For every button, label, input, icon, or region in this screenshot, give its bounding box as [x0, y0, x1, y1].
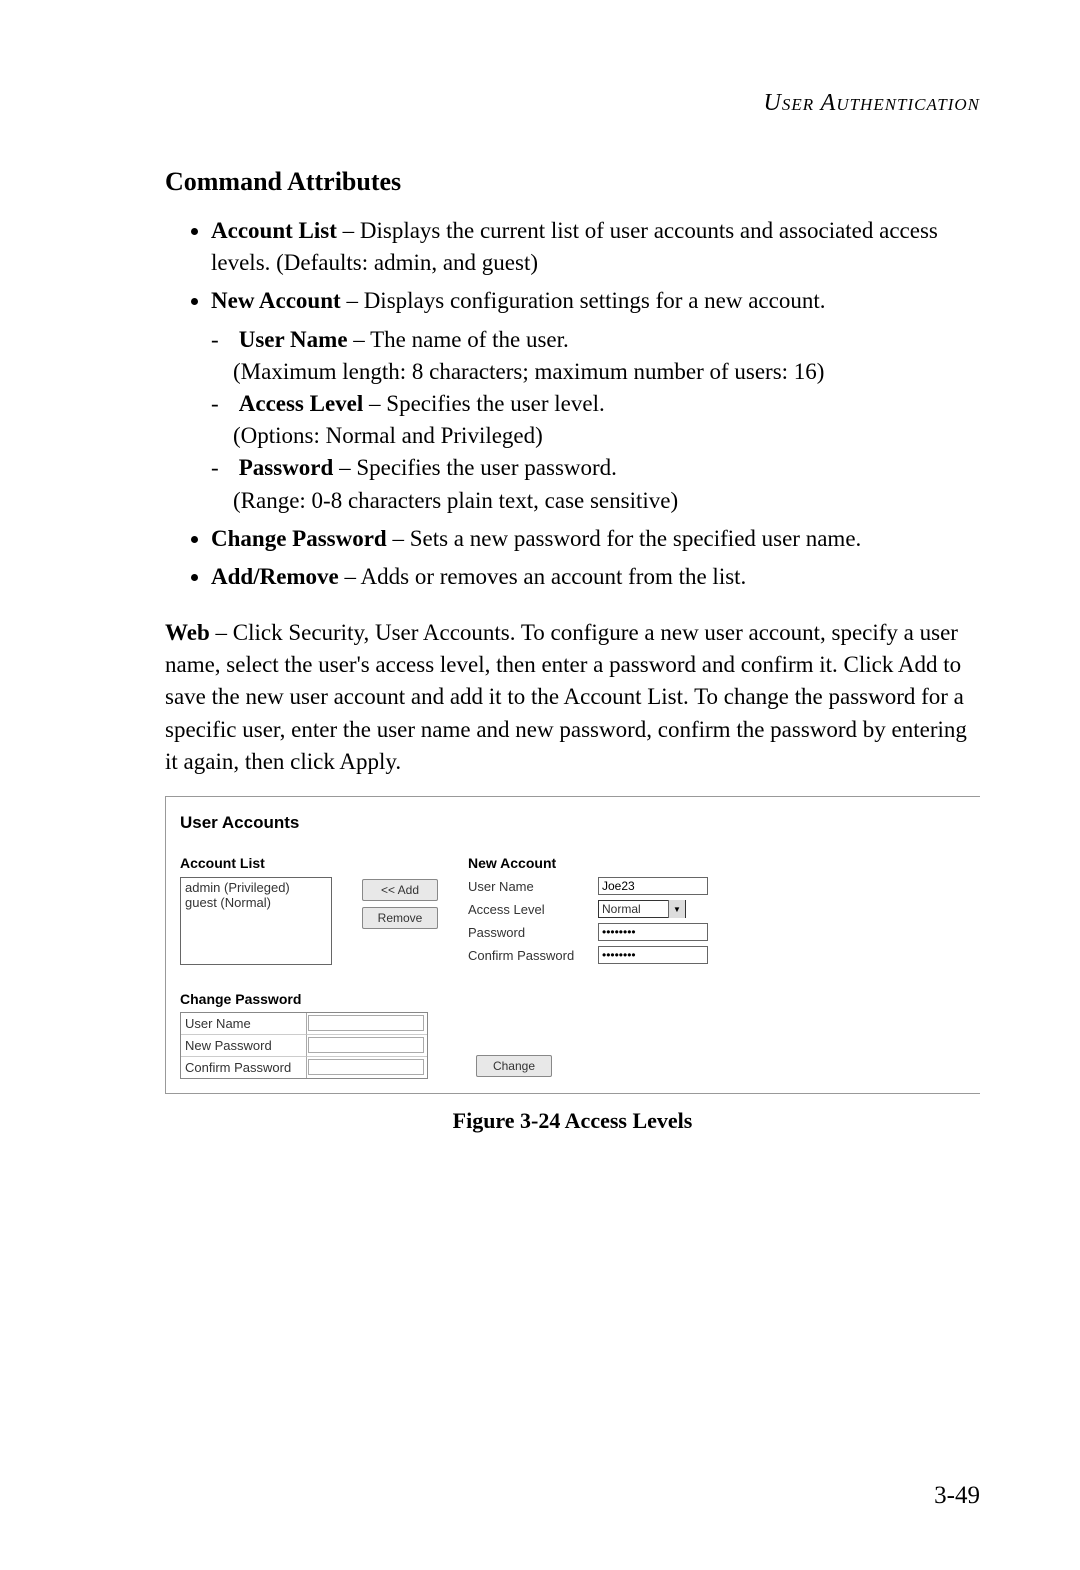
sub-desc: – The name of the user.	[348, 327, 569, 352]
sub-name: User Name	[239, 327, 348, 352]
figure-user-accounts: User Accounts Account List admin (Privil…	[165, 796, 980, 1094]
sub-name: Access Level	[239, 391, 364, 416]
sub-note: (Options: Normal and Privileged)	[233, 423, 543, 448]
web-paragraph: Web – Click Security, User Accounts. To …	[165, 617, 980, 778]
cp-confirm-input[interactable]	[308, 1059, 424, 1075]
attr-name: Account List	[211, 218, 337, 243]
sub-desc: – Specifies the user password.	[333, 455, 617, 480]
change-button[interactable]: Change	[476, 1055, 552, 1077]
attr-desc: – Adds or removes an account from the li…	[339, 564, 747, 589]
sub-note: (Range: 0-8 characters plain text, case …	[233, 488, 678, 513]
subattr-password: Password – Specifies the user password. …	[233, 452, 980, 516]
attr-name: New Account	[211, 288, 341, 313]
sub-note: (Maximum length: 8 characters; maximum n…	[233, 359, 824, 384]
cp-username-input[interactable]	[308, 1015, 424, 1031]
change-password-label: Change Password	[180, 991, 980, 1007]
web-body: – Click Security, User Accounts. To conf…	[165, 620, 967, 774]
page-number: 3-49	[934, 1482, 980, 1510]
attr-add-remove: Add/Remove – Adds or removes an account …	[211, 561, 980, 593]
attr-name: Change Password	[211, 526, 387, 551]
sub-desc: – Specifies the user level.	[363, 391, 604, 416]
attr-change-password: Change Password – Sets a new password fo…	[211, 523, 980, 555]
username-label: User Name	[468, 879, 598, 894]
remove-button[interactable]: Remove	[362, 907, 438, 929]
confirm-password-input[interactable]	[598, 946, 708, 964]
accesslevel-value: Normal	[602, 902, 641, 916]
list-item[interactable]: admin (Privileged)	[185, 880, 327, 895]
attr-desc: – Sets a new password for the specified …	[387, 526, 862, 551]
attr-account-list: Account List – Displays the current list…	[211, 215, 980, 279]
subattr-user-name: User Name – The name of the user. (Maxim…	[233, 324, 980, 388]
cp-confirm-label: Confirm Password	[181, 1057, 307, 1078]
confirm-password-label: Confirm Password	[468, 948, 598, 963]
accesslevel-label: Access Level	[468, 902, 598, 917]
attr-name: Add/Remove	[211, 564, 339, 589]
subattr-access-level: Access Level – Specifies the user level.…	[233, 388, 980, 452]
new-account-col: New Account User Name Access Level Norma…	[468, 855, 718, 965]
sub-name: Password	[239, 455, 334, 480]
password-input[interactable]	[598, 923, 708, 941]
list-item[interactable]: guest (Normal)	[185, 895, 327, 910]
chevron-down-icon: ▼	[668, 900, 685, 918]
password-label: Password	[468, 925, 598, 940]
new-account-label: New Account	[468, 855, 718, 871]
attribute-list: Account List – Displays the current list…	[165, 215, 980, 593]
username-input[interactable]	[598, 877, 708, 895]
section-title: Command Attributes	[165, 167, 980, 197]
attr-desc: – Displays configuration settings for a …	[341, 288, 826, 313]
account-list-label: Account List	[180, 855, 332, 871]
cp-username-label: User Name	[181, 1013, 307, 1035]
running-head: User Authentication	[165, 90, 980, 117]
figure-caption: Figure 3-24 Access Levels	[165, 1108, 980, 1134]
account-list-col: Account List admin (Privileged) guest (N…	[180, 855, 332, 965]
web-lead: Web	[165, 620, 210, 645]
attr-new-account: New Account – Displays configuration set…	[211, 285, 980, 516]
account-listbox[interactable]: admin (Privileged) guest (Normal)	[180, 877, 332, 965]
cp-newpassword-label: New Password	[181, 1035, 307, 1057]
accesslevel-select[interactable]: Normal ▼	[598, 900, 686, 918]
panel-title: User Accounts	[180, 813, 980, 833]
cp-newpassword-input[interactable]	[308, 1037, 424, 1053]
add-button[interactable]: << Add	[362, 879, 438, 901]
